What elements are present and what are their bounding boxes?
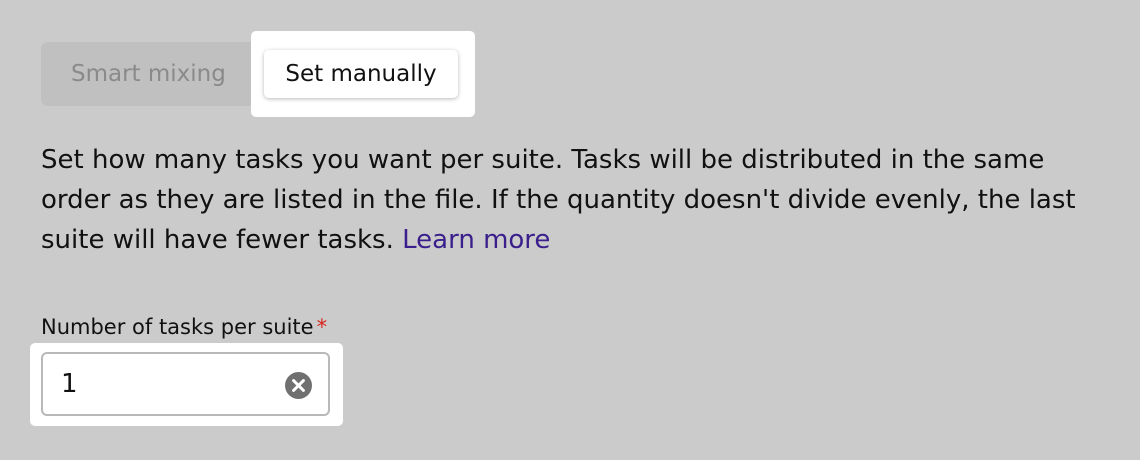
required-mark: *: [316, 315, 328, 339]
description-body: Set how many tasks you want per suite. T…: [41, 145, 1076, 255]
learn-more-link[interactable]: Learn more: [402, 225, 550, 255]
description-text: Set how many tasks you want per suite. T…: [41, 140, 1121, 260]
tasks-per-suite-field: [41, 352, 330, 416]
tasks-per-suite-label-text: Number of tasks per suite: [41, 315, 314, 339]
smart-mixing-tab[interactable]: Smart mixing: [71, 42, 226, 106]
clear-circle-icon[interactable]: [285, 372, 312, 399]
tasks-per-suite-input[interactable]: [61, 362, 261, 406]
set-manually-tab[interactable]: Set manually: [264, 50, 458, 98]
tasks-per-suite-label: Number of tasks per suite *: [41, 312, 327, 342]
